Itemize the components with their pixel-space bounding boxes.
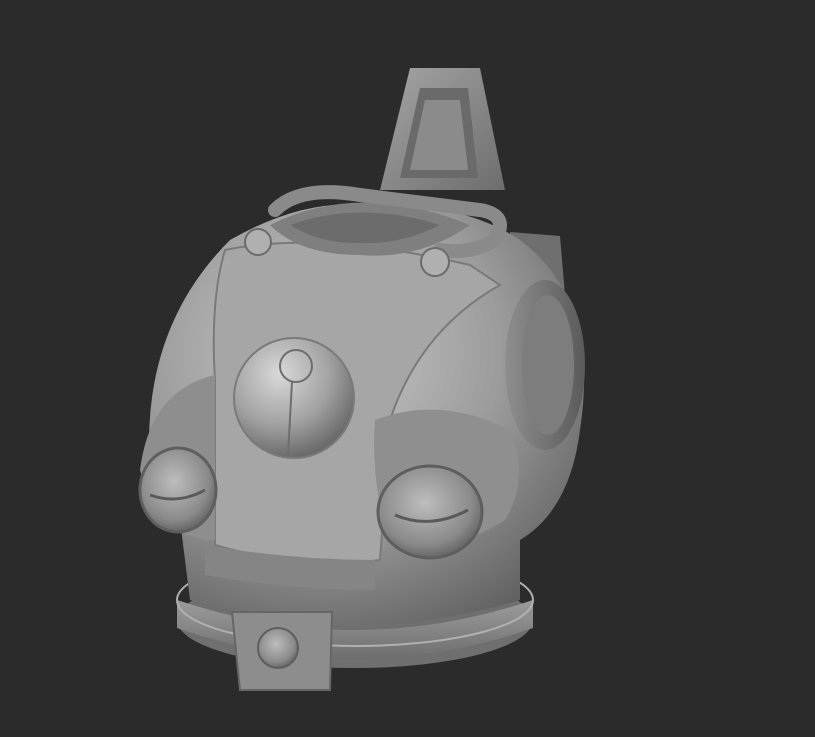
collar-bolt (420, 247, 450, 277)
collar-bolt (244, 228, 272, 256)
armor-torso-model (138, 68, 585, 691)
rear-fin (380, 68, 505, 190)
chest-dome (233, 337, 355, 459)
left-pod (138, 375, 218, 540)
belt-buckle (230, 611, 334, 691)
viewport-canvas[interactable] (0, 0, 815, 737)
shoulder-socket (505, 280, 585, 450)
